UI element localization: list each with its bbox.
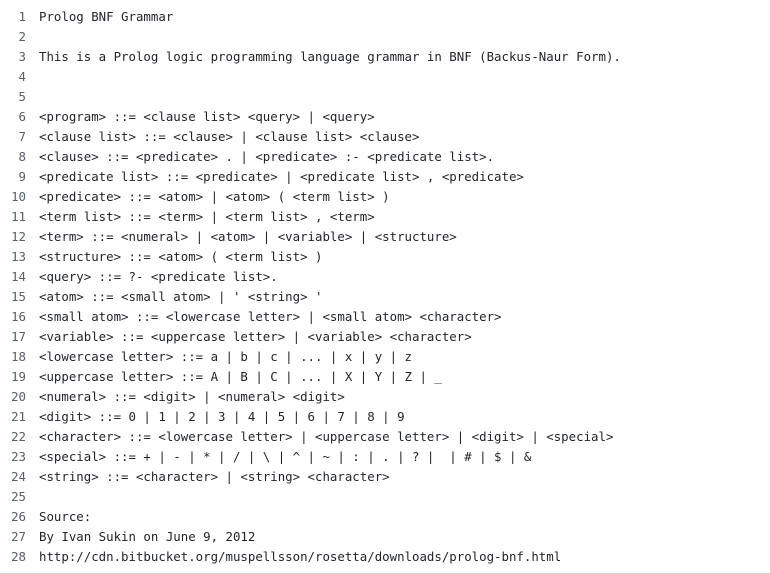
- line-number[interactable]: 4: [0, 69, 26, 84]
- line-text: <variable> ::= <uppercase letter> | <var…: [39, 328, 472, 344]
- line-number[interactable]: 12: [0, 229, 26, 244]
- line-text: <term> ::= <numeral> | <atom> | <variabl…: [39, 228, 457, 244]
- line-number[interactable]: 17: [0, 329, 26, 344]
- code-line[interactable]: 5: [0, 86, 770, 106]
- line-number[interactable]: 28: [0, 549, 26, 564]
- line-text: <special> ::= + | - | * | / | \ | ^ | ~ …: [39, 448, 532, 464]
- line-text: <predicate list> ::= <predicate> | <pred…: [39, 168, 524, 184]
- code-line[interactable]: 2: [0, 26, 770, 46]
- code-line[interactable]: 28 http://cdn.bitbucket.org/muspellsson/r…: [0, 546, 770, 566]
- line-number[interactable]: 26: [0, 509, 26, 524]
- code-line[interactable]: 24 <string> ::= <character> | <string> <c…: [0, 466, 770, 486]
- line-text: http://cdn.bitbucket.org/muspellsson/ros…: [39, 548, 562, 564]
- code-line[interactable]: 9 <predicate list> ::= <predicate> | <pre…: [0, 166, 770, 186]
- line-number[interactable]: 18: [0, 349, 26, 364]
- code-line[interactable]: 17 <variable> ::= <uppercase letter> | <v…: [0, 326, 770, 346]
- line-text: <numeral> ::= <digit> | <numeral> <digit…: [39, 388, 345, 404]
- line-number[interactable]: 10: [0, 189, 26, 204]
- code-line[interactable]: 7 <clause list> ::= <clause> | <clause li…: [0, 126, 770, 146]
- line-number[interactable]: 16: [0, 309, 26, 324]
- line-text: <program> ::= <clause list> <query> | <q…: [39, 108, 375, 124]
- line-number[interactable]: 21: [0, 409, 26, 424]
- line-text: Source:: [39, 508, 92, 524]
- code-line[interactable]: 1 Prolog BNF Grammar: [0, 6, 770, 26]
- line-number[interactable]: 3: [0, 49, 26, 64]
- code-line[interactable]: 10 <predicate> ::= <atom> | <atom> ( <ter…: [0, 186, 770, 206]
- line-text: By Ivan Sukin on June 9, 2012: [39, 528, 256, 544]
- line-text: <digit> ::= 0 | 1 | 2 | 3 | 4 | 5 | 6 | …: [39, 408, 405, 424]
- code-line[interactable]: 6 <program> ::= <clause list> <query> | <…: [0, 106, 770, 126]
- code-line[interactable]: 4: [0, 66, 770, 86]
- code-line[interactable]: 12 <term> ::= <numeral> | <atom> | <varia…: [0, 226, 770, 246]
- line-text: This is a Prolog logic programming langu…: [39, 48, 621, 64]
- line-number[interactable]: 5: [0, 89, 26, 104]
- line-text: <predicate> ::= <atom> | <atom> ( <term …: [39, 188, 390, 204]
- code-line[interactable]: 14 <query> ::= ?- <predicate list>.: [0, 266, 770, 286]
- line-number[interactable]: 19: [0, 369, 26, 384]
- code-line[interactable]: 20 <numeral> ::= <digit> | <numeral> <dig…: [0, 386, 770, 406]
- code-line[interactable]: 27 By Ivan Sukin on June 9, 2012: [0, 526, 770, 546]
- line-text: <string> ::= <character> | <string> <cha…: [39, 468, 390, 484]
- line-number[interactable]: 15: [0, 289, 26, 304]
- code-line[interactable]: 16 <small atom> ::= <lowercase letter> | …: [0, 306, 770, 326]
- code-line[interactable]: 26 Source:: [0, 506, 770, 526]
- code-line[interactable]: 25: [0, 486, 770, 506]
- line-text: <query> ::= ?- <predicate list>.: [39, 268, 278, 284]
- code-line[interactable]: 3 This is a Prolog logic programming lang…: [0, 46, 770, 66]
- code-lines: 1 Prolog BNF Grammar 2 3 This is a Prolog lo…: [0, 6, 770, 566]
- code-line[interactable]: 19 <uppercase letter> ::= A | B | C | ...…: [0, 366, 770, 386]
- line-text: <character> ::= <lowercase letter> | <up…: [39, 428, 614, 444]
- line-number[interactable]: 11: [0, 209, 26, 224]
- line-number[interactable]: 22: [0, 429, 26, 444]
- line-number[interactable]: 8: [0, 149, 26, 164]
- line-number[interactable]: 13: [0, 249, 26, 264]
- line-number[interactable]: 27: [0, 529, 26, 544]
- line-number[interactable]: 14: [0, 269, 26, 284]
- line-text: <term list> ::= <term> | <term list> , <…: [39, 208, 375, 224]
- line-number[interactable]: 9: [0, 169, 26, 184]
- line-number[interactable]: 1: [0, 9, 26, 24]
- line-text: <structure> ::= <atom> ( <term list> ): [39, 248, 323, 264]
- code-line[interactable]: 22 <character> ::= <lowercase letter> | <…: [0, 426, 770, 446]
- code-line[interactable]: 23 <special> ::= + | - | * | / | \ | ^ | …: [0, 446, 770, 466]
- line-number[interactable]: 6: [0, 109, 26, 124]
- code-line[interactable]: 18 <lowercase letter> ::= a | b | c | ...…: [0, 346, 770, 366]
- line-number[interactable]: 25: [0, 489, 26, 504]
- line-text: Prolog BNF Grammar: [39, 8, 174, 24]
- code-line[interactable]: 13 <structure> ::= <atom> ( <term list> ): [0, 246, 770, 266]
- line-text: <clause> ::= <predicate> . | <predicate>…: [39, 148, 495, 164]
- code-line[interactable]: 8 <clause> ::= <predicate> . | <predicate…: [0, 146, 770, 166]
- line-text: <lowercase letter> ::= a | b | c | ... |…: [39, 348, 412, 364]
- line-text: <uppercase letter> ::= A | B | C | ... |…: [39, 368, 442, 384]
- line-text: <small atom> ::= <lowercase letter> | <s…: [39, 308, 502, 324]
- line-number[interactable]: 24: [0, 469, 26, 484]
- code-line[interactable]: 21 <digit> ::= 0 | 1 | 2 | 3 | 4 | 5 | 6 …: [0, 406, 770, 426]
- line-number[interactable]: 23: [0, 449, 26, 464]
- line-number[interactable]: 20: [0, 389, 26, 404]
- line-number[interactable]: 7: [0, 129, 26, 144]
- line-number[interactable]: 2: [0, 29, 26, 44]
- line-text: <clause list> ::= <clause> | <clause lis…: [39, 128, 420, 144]
- code-viewer: 1 Prolog BNF Grammar 2 3 This is a Prolog lo…: [0, 0, 770, 574]
- line-text: <atom> ::= <small atom> | ' <string> ': [39, 288, 323, 304]
- code-line[interactable]: 15 <atom> ::= <small atom> | ' <string> ': [0, 286, 770, 306]
- code-line[interactable]: 11 <term list> ::= <term> | <term list> ,…: [0, 206, 770, 226]
